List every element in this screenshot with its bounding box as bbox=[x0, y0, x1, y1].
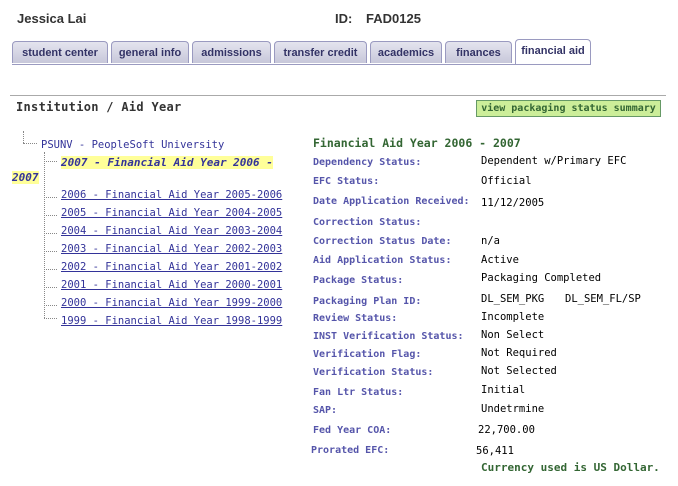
tree-connector bbox=[44, 233, 57, 234]
field-label-aid-application-status: Aid Application Status: bbox=[313, 255, 452, 266]
field-label-prorated-efc: Prorated EFC: bbox=[311, 445, 390, 456]
field-label-packaging-plan-id: Packaging Plan ID: bbox=[313, 296, 422, 307]
field-label-verification-flag: Verification Flag: bbox=[313, 349, 422, 360]
field-value-date-application-received: 11/12/2005 bbox=[481, 197, 545, 209]
field-value-packaging-plan-id: DL_SEM_PKG bbox=[481, 293, 545, 305]
tree-item-2002[interactable]: 2002 - Financial Aid Year 2001-2002 bbox=[61, 261, 282, 273]
field-label-efc-status: EFC Status: bbox=[313, 176, 380, 187]
tree-connector bbox=[44, 197, 57, 198]
field-label-correction-status-date: Correction Status Date: bbox=[313, 236, 452, 247]
section-divider bbox=[10, 95, 666, 96]
field-value-package-status: Packaging Completed bbox=[481, 272, 602, 284]
currency-note: Currency used is US Dollar. bbox=[481, 461, 660, 474]
tab-student-center[interactable]: student center bbox=[12, 41, 108, 63]
tree-connector bbox=[44, 287, 57, 288]
section-title: Institution / Aid Year bbox=[16, 100, 182, 114]
tree-root-institution[interactable]: PSUNV - PeopleSoft University bbox=[41, 139, 224, 151]
field-label-fan-ltr-status: Fan Ltr Status: bbox=[313, 387, 404, 398]
field-label-dependency-status: Dependency Status: bbox=[313, 157, 422, 168]
field-value-review-status: Incomplete bbox=[481, 311, 545, 323]
detail-title: Financial Aid Year 2006 - 2007 bbox=[313, 136, 521, 150]
tree-connector bbox=[44, 251, 57, 252]
field-label-review-status: Review Status: bbox=[313, 313, 398, 324]
tree-item-2003[interactable]: 2003 - Financial Aid Year 2002-2003 bbox=[61, 243, 282, 255]
field-value-sap: Undetrmine bbox=[481, 403, 545, 415]
field-label-package-status: Package Status: bbox=[313, 275, 404, 286]
id-label: ID: bbox=[335, 11, 353, 26]
tab-transfer-credit[interactable]: transfer credit bbox=[274, 41, 367, 63]
tree-item-selected-2007-wrap[interactable]: 2007 bbox=[12, 171, 39, 184]
field-label-correction-status: Correction Status: bbox=[313, 217, 422, 228]
tree-item-2004[interactable]: 2004 - Financial Aid Year 2003-2004 bbox=[61, 225, 282, 237]
field-value-packaging-plan-id-secondary: DL_SEM_FL/SP bbox=[565, 293, 641, 305]
tab-general-info[interactable]: general info bbox=[111, 41, 189, 63]
tab-academics[interactable]: academics bbox=[370, 41, 442, 63]
student-id: FAD0125 bbox=[366, 11, 421, 26]
tree-connector bbox=[44, 305, 57, 306]
tree-connector bbox=[44, 318, 57, 319]
field-label-sap: SAP: bbox=[313, 405, 338, 416]
field-label-date-application-received: Date Application Received: bbox=[313, 196, 470, 207]
tree-item-1999[interactable]: 1999 - Financial Aid Year 1998-1999 bbox=[61, 315, 282, 327]
tab-finances[interactable]: finances bbox=[445, 41, 512, 63]
tree-item-2006[interactable]: 2006 - Financial Aid Year 2005-2006 bbox=[61, 189, 282, 201]
field-value-fed-year-coa: 22,700.00 bbox=[478, 424, 535, 436]
tree-item-2000[interactable]: 2000 - Financial Aid Year 1999-2000 bbox=[61, 297, 282, 309]
tree-connector bbox=[44, 161, 57, 162]
field-value-prorated-efc: 56,411 bbox=[476, 445, 514, 457]
student-name: Jessica Lai bbox=[17, 11, 87, 26]
tree-item-2001[interactable]: 2001 - Financial Aid Year 2000-2001 bbox=[61, 279, 282, 291]
tree-item-selected-2007[interactable]: 2007 - Financial Aid Year 2006 - bbox=[61, 156, 273, 169]
tree-connector bbox=[23, 143, 37, 144]
field-value-efc-status: Official bbox=[481, 175, 532, 187]
tab-divider bbox=[12, 64, 591, 65]
field-label-inst-verification-status: INST Verification Status: bbox=[313, 331, 464, 342]
tab-admissions[interactable]: admissions bbox=[192, 41, 271, 63]
field-value-fan-ltr-status: Initial bbox=[481, 384, 526, 396]
tree-item-2005[interactable]: 2005 - Financial Aid Year 2004-2005 bbox=[61, 207, 282, 219]
tree-connector bbox=[44, 215, 57, 216]
tab-financial-aid[interactable]: financial aid bbox=[515, 39, 591, 64]
tree-connector bbox=[44, 269, 57, 270]
field-value-aid-application-status: Active bbox=[481, 254, 519, 266]
field-label-fed-year-coa: Fed Year COA: bbox=[313, 425, 392, 436]
field-value-verification-flag: Not Required bbox=[481, 347, 557, 359]
view-packaging-status-button[interactable]: view packaging status summary bbox=[476, 100, 661, 117]
tree-connector bbox=[44, 152, 45, 318]
field-value-correction-status-date: n/a bbox=[481, 235, 500, 247]
field-label-verification-status: Verification Status: bbox=[313, 367, 434, 378]
tree-connector bbox=[23, 131, 24, 143]
field-value-verification-status: Not Selected bbox=[481, 365, 557, 377]
field-value-inst-verification-status: Non Select bbox=[481, 329, 545, 341]
field-value-dependency-status: Dependent w/Primary EFC bbox=[481, 155, 627, 167]
